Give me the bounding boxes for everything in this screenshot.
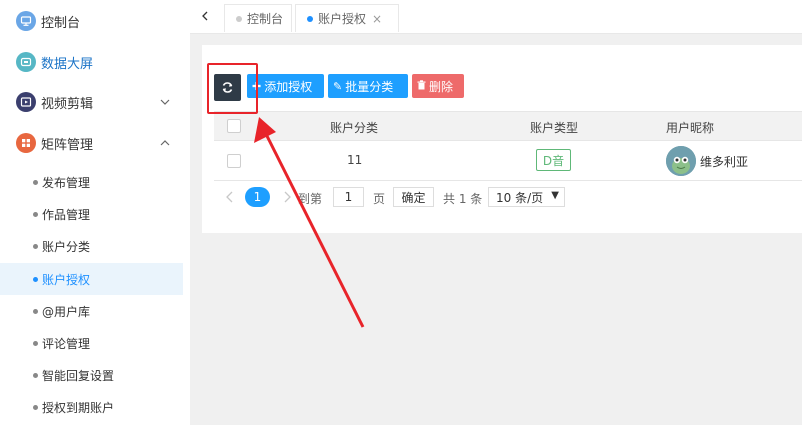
tab-dot-icon: [236, 15, 242, 22]
current-page-button[interactable]: 1: [245, 187, 270, 207]
goto-prefix: 到第: [298, 192, 323, 206]
confirm-button[interactable]: 确定: [393, 187, 434, 207]
bullet-icon: [33, 276, 38, 282]
sidebar-subitem-label: 账户授权: [42, 272, 91, 287]
tab-label: 账户授权: [318, 12, 367, 26]
bullet-icon: [33, 340, 38, 346]
sidebar-subitem-label: 作品管理: [42, 207, 91, 222]
sidebar-item-label: 数据大屏: [41, 56, 94, 72]
total-count: 共 1 条: [443, 192, 483, 206]
column-header-type: 账户类型: [530, 121, 579, 135]
sidebar-subitem-label: 智能回复设置: [42, 368, 115, 383]
goto-page-input[interactable]: 1: [333, 187, 364, 207]
bullet-icon: [33, 372, 38, 378]
sidebar-subitem-label: 评论管理: [42, 336, 91, 351]
next-page-icon[interactable]: [281, 190, 293, 204]
sidebar-subitem-works[interactable]: 作品管理: [0, 198, 183, 230]
sidebar-item-video-edit[interactable]: 视频剪辑: [0, 82, 190, 122]
highlight-box: [207, 63, 258, 114]
avatar: [666, 146, 696, 176]
chevron-down-icon: [160, 99, 170, 105]
sidebar-subitem-expired[interactable]: 授权到期账户: [0, 391, 183, 423]
row-checkbox[interactable]: [227, 154, 241, 168]
goto-suffix: 页: [373, 192, 386, 206]
select-all-checkbox[interactable]: [227, 119, 241, 133]
grid-icon: [16, 133, 36, 153]
sidebar-subitem-smart-reply[interactable]: 智能回复设置: [0, 359, 183, 391]
batch-category-label: 批量分类: [345, 79, 394, 94]
tab-account-auth[interactable]: 账户授权 ×: [295, 4, 399, 32]
bullet-icon: [33, 243, 38, 249]
bullet-icon: [33, 211, 38, 217]
sidebar-item-label: 矩阵管理: [41, 137, 94, 153]
sidebar-item-dashboard[interactable]: 控制台: [0, 1, 190, 41]
sidebar-item-label: 视频剪辑: [41, 96, 94, 112]
screen-icon: [16, 52, 36, 72]
trash-icon: [417, 79, 426, 93]
close-icon[interactable]: ×: [372, 12, 382, 26]
batch-category-button[interactable]: ✎ 批量分类: [328, 74, 408, 98]
delete-label: 删除: [429, 79, 454, 94]
tab-dashboard[interactable]: 控制台: [224, 4, 292, 32]
chevron-left-icon[interactable]: [198, 9, 212, 23]
table-header: 账户分类 账户类型 用户昵称: [214, 111, 802, 141]
sidebar-item-data-screen[interactable]: 数据大屏: [0, 42, 190, 82]
tab-dot-icon: [307, 15, 313, 22]
page-size-value: 10 条/页: [496, 190, 544, 205]
cell-nickname: 维多利亚: [700, 155, 749, 169]
sidebar-subitem-publish[interactable]: 发布管理: [0, 166, 183, 198]
pagination: 1 到第 1 页 确定 共 1 条 10 条/页 ▼: [214, 186, 634, 208]
delete-button[interactable]: 删除: [412, 74, 464, 98]
sidebar-subitem-label: 账户分类: [42, 239, 91, 254]
bullet-icon: [33, 308, 38, 314]
sidebar-item-label: 控制台: [41, 15, 81, 31]
table-row[interactable]: 11 D音 维多利亚: [214, 141, 802, 181]
tab-bar: 控制台 账户授权 ×: [190, 0, 802, 34]
dropdown-arrow-icon: ▼: [551, 190, 559, 201]
account-type-badge: D音: [536, 149, 571, 171]
sidebar: 控制台 数据大屏 视频剪辑 矩阵管理 发布管理 作品管理 账户分类 账户授权 @…: [0, 0, 190, 425]
monitor-icon: [16, 11, 36, 31]
column-header-nickname: 用户昵称: [666, 121, 715, 135]
tab-label: 控制台: [247, 12, 284, 26]
cell-category: 11: [347, 153, 363, 167]
sidebar-subitem-label: 发布管理: [42, 175, 91, 190]
chevron-up-icon: [160, 140, 170, 146]
bullet-icon: [33, 404, 38, 410]
video-icon: [16, 92, 36, 112]
sidebar-subitem-account-auth[interactable]: 账户授权: [0, 263, 183, 295]
bullet-icon: [33, 179, 38, 185]
column-header-category: 账户分类: [330, 121, 379, 135]
sidebar-subitem-label: 授权到期账户: [42, 400, 115, 415]
sidebar-subitem-user-library[interactable]: @用户库: [0, 295, 183, 327]
page-size-select[interactable]: 10 条/页 ▼: [488, 187, 565, 207]
prev-page-icon[interactable]: [224, 190, 236, 204]
add-auth-label: 添加授权: [264, 79, 313, 94]
sidebar-subitem-label: @用户库: [42, 304, 91, 319]
add-auth-button[interactable]: ✚ 添加授权: [247, 74, 324, 98]
edit-icon: ✎: [333, 79, 343, 93]
sidebar-subitem-account-category[interactable]: 账户分类: [0, 230, 183, 262]
sidebar-item-matrix[interactable]: 矩阵管理: [0, 123, 190, 163]
sidebar-subitem-comments[interactable]: 评论管理: [0, 327, 183, 359]
